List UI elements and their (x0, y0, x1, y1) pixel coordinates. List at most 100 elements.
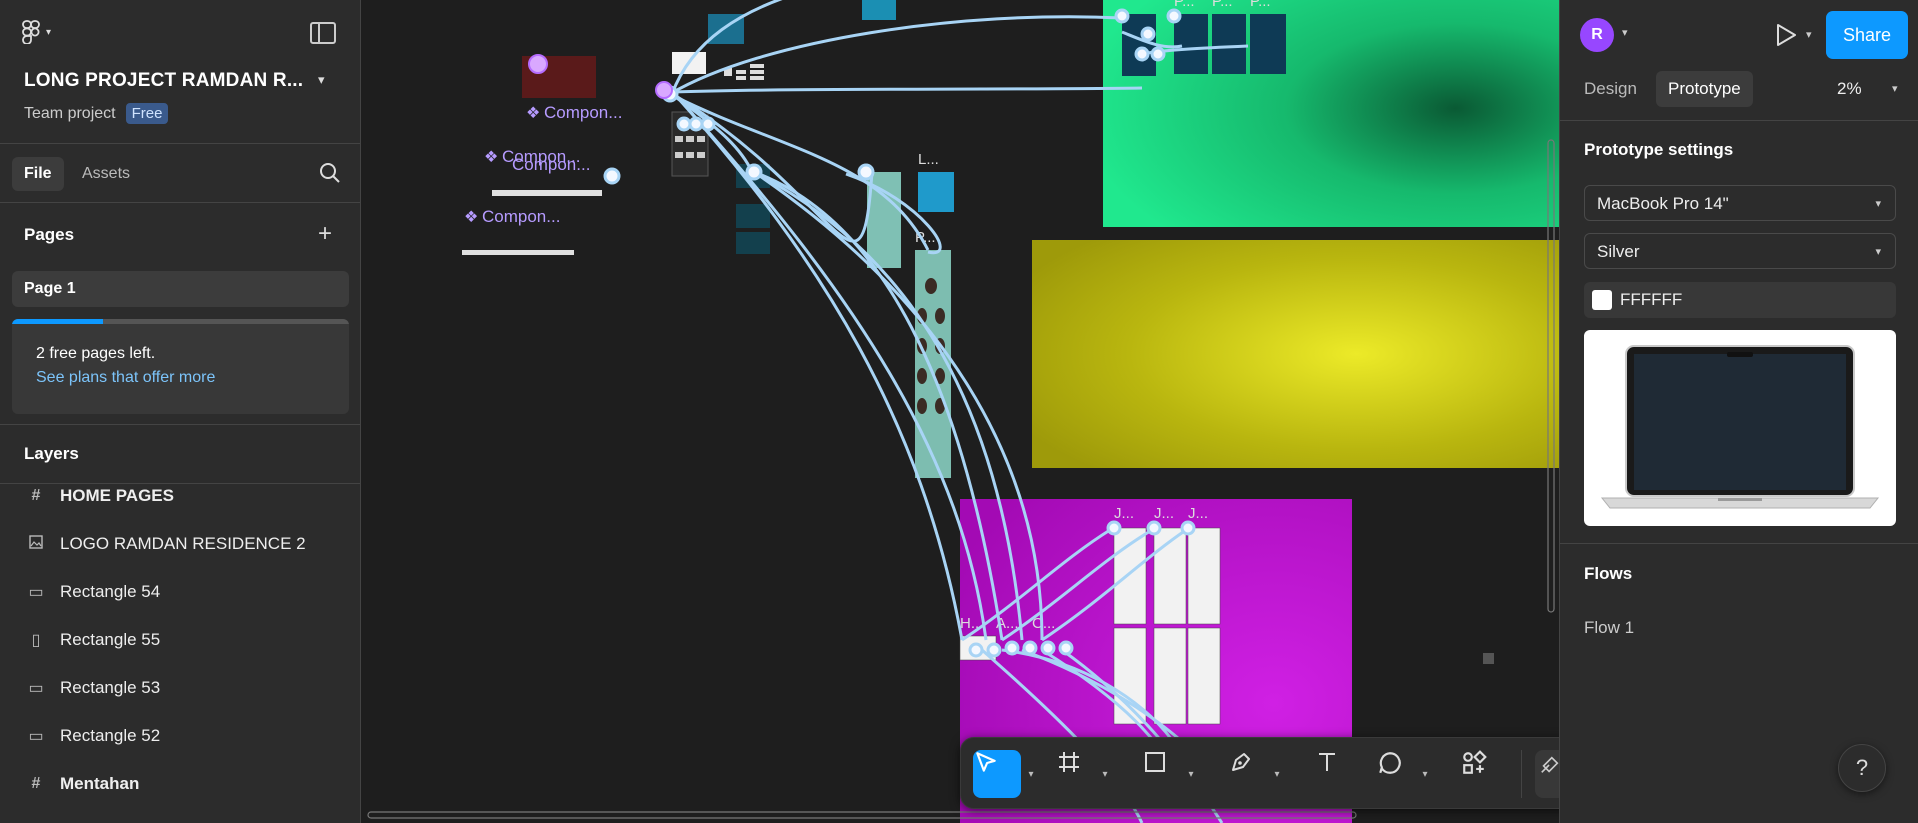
divider (1521, 750, 1522, 798)
left-tabs: File Assets (0, 145, 361, 203)
chevron-down-icon[interactable]: ▾ (1806, 28, 1812, 41)
divider (0, 424, 361, 425)
frame-label[interactable]: P... (1250, 0, 1271, 10)
rectangle-icon: ▭ (28, 680, 44, 697)
share-button[interactable]: Share (1826, 11, 1908, 59)
move-tool-chevron-icon[interactable]: ▾ (1023, 750, 1039, 798)
mode-switcher (1535, 750, 1559, 798)
svg-text:❖: ❖ (484, 149, 498, 166)
layer-label: Rectangle 54 (60, 582, 161, 601)
chevron-down-icon: ▾ (1875, 198, 1881, 210)
layer-row[interactable]: ▭ Rectangle 52 (0, 714, 361, 758)
model-select[interactable]: Silver ▾ (1584, 233, 1896, 269)
actions-tool-button[interactable] (1461, 750, 1495, 798)
move-tool-button[interactable] (973, 750, 1021, 798)
text-tool-button[interactable] (1315, 750, 1349, 798)
upsell-text: 2 free pages left. (36, 345, 156, 362)
figma-app: ▾ LONG PROJECT RAMDAN R... ▾ Team projec… (0, 0, 1918, 823)
frame-tool-button[interactable] (1057, 750, 1091, 798)
shape-tool-chevron-icon[interactable]: ▾ (1183, 750, 1199, 798)
plan-badge[interactable]: Free (125, 103, 169, 124)
component-label[interactable]: Compon... (544, 103, 622, 122)
pages-header: Pages (24, 225, 75, 244)
svg-text:❖: ❖ (526, 105, 540, 122)
toggle-sidebar-icon[interactable] (310, 22, 336, 44)
layer-row[interactable]: ▭ Rectangle 54 (0, 570, 361, 614)
pen-tool-chevron-icon[interactable]: ▾ (1269, 750, 1285, 798)
svg-text:❖: ❖ (464, 209, 478, 226)
background-color-field[interactable]: FFFFFF (1584, 282, 1896, 318)
search-icon[interactable] (318, 161, 342, 185)
tab-assets[interactable]: Assets (70, 157, 142, 191)
device-select-value: MacBook Pro 14" (1597, 194, 1729, 213)
project-title[interactable]: LONG PROJECT RAMDAN R... (24, 70, 303, 92)
layer-row[interactable]: ▭ Rectangle 53 (0, 666, 361, 710)
present-play-icon[interactable] (1774, 22, 1798, 48)
device-select[interactable]: MacBook Pro 14" ▾ (1584, 185, 1896, 221)
frame-label[interactable]: J... (1114, 505, 1134, 522)
tab-prototype[interactable]: Prototype (1656, 71, 1753, 107)
rectangle-icon: ▭ (28, 584, 44, 601)
resize-handle[interactable] (1483, 653, 1494, 664)
layer-row[interactable]: LOGO RAMDAN RESIDENCE 2 (0, 522, 361, 566)
dark-teal-frame[interactable] (736, 232, 770, 254)
layer-label: Rectangle 52 (60, 726, 161, 745)
green-inner-frames[interactable] (1122, 14, 1286, 76)
frame-tool-chevron-icon[interactable]: ▾ (1097, 750, 1113, 798)
main-menu-button[interactable]: ▾ (22, 20, 51, 44)
left-panel: ▾ LONG PROJECT RAMDAN R... ▾ Team projec… (0, 0, 361, 823)
frame-icon: # (31, 775, 41, 792)
teal-frame[interactable] (862, 0, 896, 20)
tab-file[interactable]: File (12, 157, 64, 191)
frame-icon: # (31, 487, 41, 504)
divider (1560, 543, 1918, 544)
layers-header: Layers (24, 444, 79, 463)
frame-label[interactable]: P... (1174, 0, 1195, 10)
zoom-level[interactable]: 2% (1837, 79, 1862, 99)
frame-label[interactable]: J... (1188, 505, 1208, 522)
green-frame[interactable] (1103, 0, 1559, 227)
shape-tool-button[interactable] (1143, 750, 1177, 798)
frame-label[interactable]: L... (918, 151, 939, 168)
frame-label[interactable]: J... (1154, 505, 1174, 522)
flow-item[interactable]: Flow 1 (1584, 618, 1634, 638)
design-canvas[interactable]: Compon... Compon... Compon... Compon... … (362, 0, 1559, 823)
comment-tool-chevron-icon[interactable]: ▾ (1417, 750, 1433, 798)
avatar[interactable]: R (1580, 18, 1614, 52)
yellow-frame[interactable] (1032, 240, 1559, 468)
divider (1560, 120, 1918, 121)
layer-row[interactable]: ▯ Rectangle 55 (0, 618, 361, 662)
blue-frame[interactable] (918, 172, 954, 212)
layers-list[interactable]: # HOME PAGES LOGO RAMDAN RESIDENCE 2 ▭ R… (0, 484, 361, 823)
draw-icon (1541, 756, 1559, 773)
color-swatch[interactable] (1592, 290, 1612, 310)
comment-tool-button[interactable] (1377, 750, 1411, 798)
see-plans-link[interactable]: See plans that offer more (36, 369, 215, 387)
canvas-artwork[interactable]: Compon... Compon... Compon... Compon... … (362, 0, 1559, 823)
pen-tool-button[interactable] (1229, 750, 1263, 798)
pages-progress-fill (12, 319, 103, 324)
rectangle-vertical-icon: ▯ (31, 632, 41, 649)
chevron-down-icon[interactable]: ▾ (1892, 82, 1898, 95)
team-label: Team project (24, 104, 116, 122)
component-label[interactable]: Compon... (512, 155, 590, 174)
help-button[interactable]: ? (1838, 744, 1886, 792)
component-label[interactable]: Compon... (482, 207, 560, 226)
layer-row[interactable]: # HOME PAGES (0, 484, 361, 518)
team-info: Team project Free (24, 103, 169, 124)
tab-design[interactable]: Design (1572, 71, 1649, 107)
layer-row[interactable]: # Mentahan (0, 762, 361, 806)
frame-label[interactable]: P... (1212, 0, 1233, 10)
rectangle-icon: ▭ (28, 728, 44, 745)
layer-label: Mentahan (60, 774, 140, 793)
chevron-down-icon[interactable]: ▾ (1622, 26, 1628, 39)
chevron-down-icon: ▾ (1875, 246, 1881, 258)
page-item[interactable]: Page 1 (12, 271, 349, 307)
dark-teal-frame[interactable] (736, 204, 770, 228)
draw-mode-button[interactable] (1539, 754, 1559, 794)
cursor-icon (976, 752, 996, 772)
project-menu-chevron-icon[interactable]: ▾ (318, 72, 325, 88)
device-preview (1584, 330, 1896, 526)
add-page-icon[interactable]: + (318, 222, 332, 246)
comment-icon (1379, 752, 1401, 774)
